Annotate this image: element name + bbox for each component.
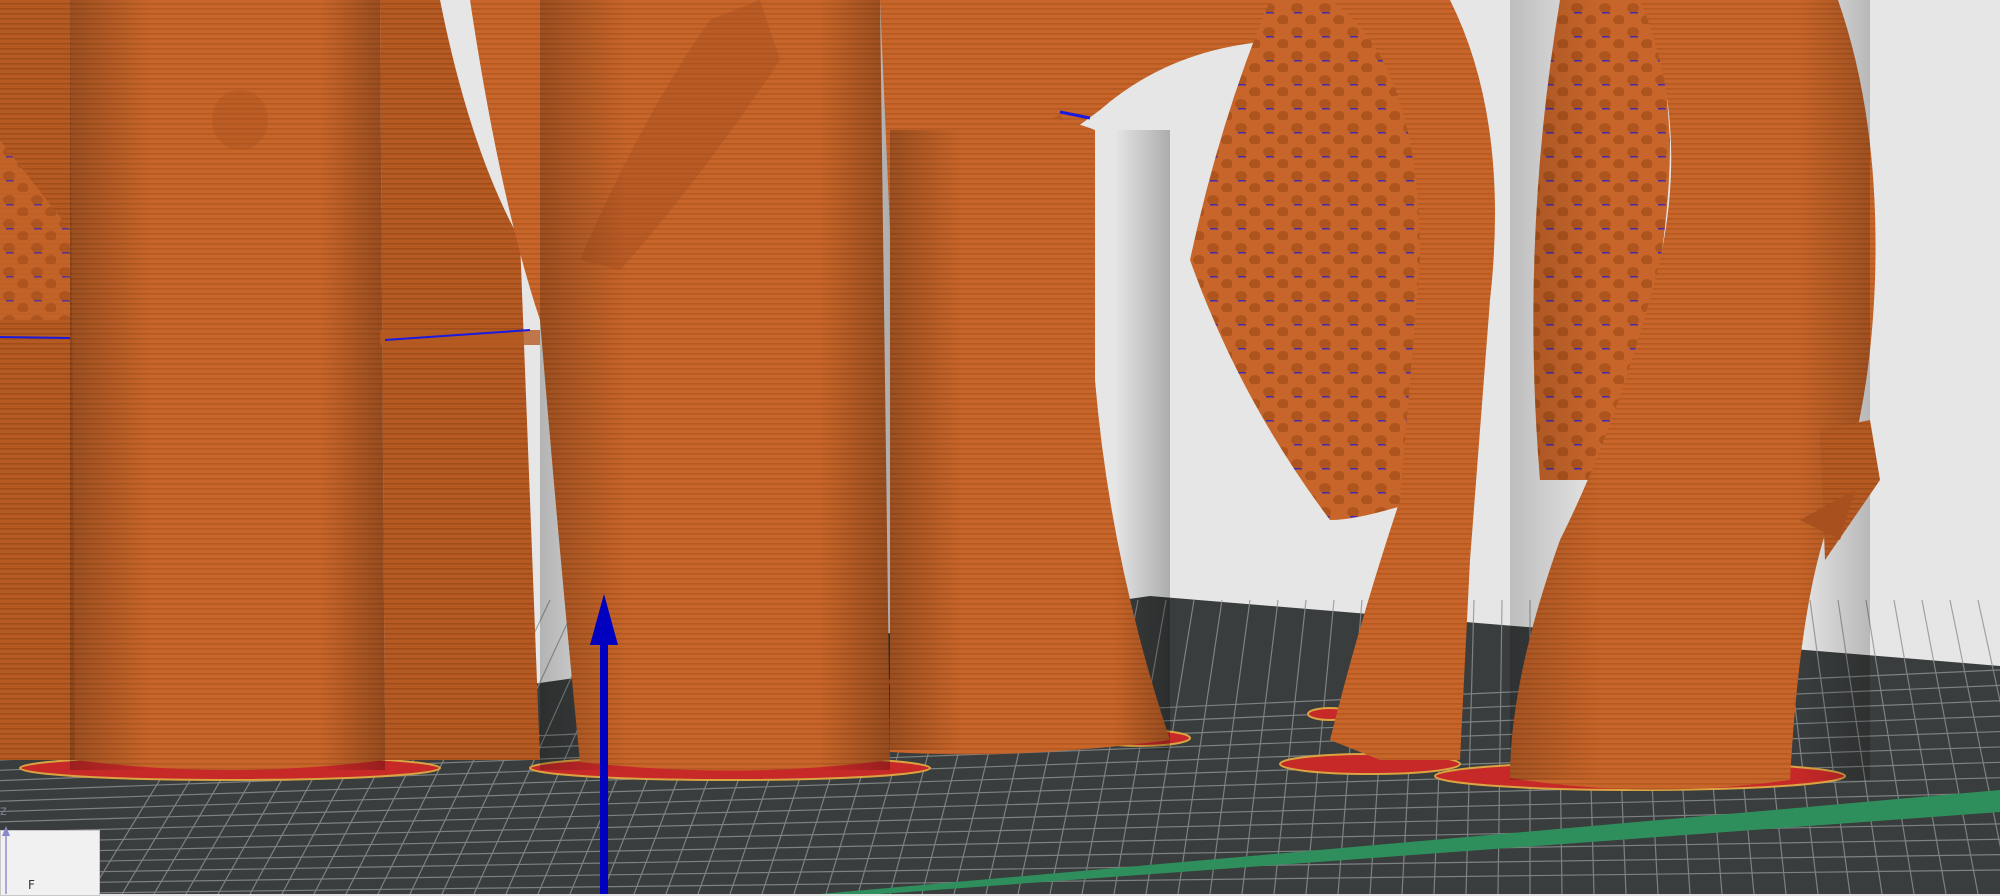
axis-indicator: [2, 826, 10, 894]
view-orientation-widget[interactable]: z F: [0, 804, 100, 896]
cube-face-label: F: [28, 878, 35, 892]
scene-canvas[interactable]: [0, 0, 2000, 894]
z-axis-label: z: [0, 804, 7, 819]
honeycomb-infill: [1190, 0, 1420, 520]
printed-model[interactable]: [0, 0, 1880, 790]
3d-viewport[interactable]: [0, 0, 2000, 894]
